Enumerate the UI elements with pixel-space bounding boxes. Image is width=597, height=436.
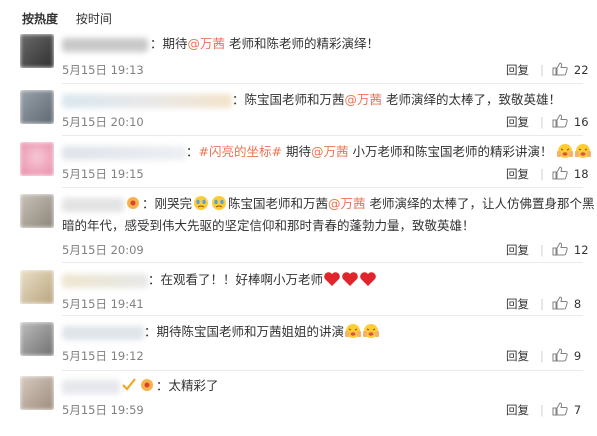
comment-text: ：陈宝国老师和万茜@万茜 老师演绎的太棒了，致敬英雄！ — [232, 92, 562, 107]
badge-icon — [141, 379, 153, 391]
divider — [62, 315, 583, 316]
comment-item: ：陈宝国老师和万茜@万茜 老师演绎的太棒了，致敬英雄！ 5月15日 20:10 … — [0, 88, 597, 136]
username-blurred[interactable] — [62, 38, 148, 52]
like-button[interactable]: | 9 — [540, 348, 581, 363]
like-count: 18 — [573, 167, 589, 181]
avatar[interactable] — [20, 322, 54, 356]
separator: | — [540, 297, 544, 311]
comment-item: ：在观看了！！好棒啊小万老师 5月15日 19:41 回复 | 8 — [0, 266, 597, 314]
thumbs-up-icon — [552, 242, 568, 256]
clapping-emoji-icon — [557, 144, 574, 158]
clapping-emoji-icon — [575, 144, 592, 158]
avatar[interactable] — [20, 90, 54, 124]
like-count: 22 — [573, 63, 589, 77]
reply-button[interactable]: 回复 — [506, 348, 529, 364]
comment-time: 5月15日 19:12 — [62, 349, 144, 363]
username-blurred[interactable] — [62, 146, 186, 160]
reply-button[interactable]: 回复 — [506, 402, 529, 418]
heart-icon — [360, 272, 376, 286]
comment-time: 5月15日 20:10 — [62, 115, 144, 129]
thumbs-up-icon — [552, 166, 568, 180]
like-count: 16 — [573, 115, 589, 129]
comment-text-line2: 暗的年代，感受到伟大先驱的坚定信仰和那时青春的蓬勃力量，致敬英雄！ — [62, 218, 475, 233]
reply-button[interactable]: 回复 — [506, 166, 529, 182]
comment-time: 5月15日 19:41 — [62, 297, 144, 311]
separator: | — [540, 63, 544, 77]
separator: | — [540, 403, 544, 417]
divider — [62, 135, 583, 136]
username-blurred[interactable] — [62, 198, 124, 212]
comment-time: 5月15日 19:15 — [62, 167, 144, 181]
heart-icon — [342, 272, 358, 286]
heart-icon — [324, 272, 340, 286]
comment-item: ：#闪亮的坐标# 期待@万茜 小万老师和陈宝国老师的精彩讲演！ 5月15日 19… — [0, 140, 597, 188]
topic-link[interactable]: #闪亮的坐标# — [199, 144, 282, 159]
reply-button[interactable]: 回复 — [506, 296, 529, 312]
thumbs-up-icon — [552, 62, 568, 76]
mention-link[interactable]: @万茜 — [311, 144, 349, 159]
like-button[interactable]: | 7 — [540, 402, 581, 417]
separator: | — [540, 167, 544, 181]
sort-bar: 按热度 按时间 — [22, 10, 126, 28]
separator: | — [540, 115, 544, 129]
comment-text: ：#闪亮的坐标# 期待@万茜 小万老师和陈宝国老师的精彩讲演！ — [186, 142, 592, 162]
like-count: 12 — [573, 243, 589, 257]
comment-item: ：刚哭完 陈宝国老师和万茜@万茜 老师演绎的太棒了，让人仿佛置身那个黑 暗的年代，… — [0, 192, 597, 262]
verified-check-icon — [122, 378, 136, 391]
mention-link[interactable]: @万茜 — [328, 196, 366, 211]
comment-time: 5月15日 19:13 — [62, 63, 144, 77]
avatar[interactable] — [20, 270, 54, 304]
username-blurred[interactable] — [62, 326, 144, 340]
reply-button[interactable]: 回复 — [506, 62, 529, 78]
comment-text: ：刚哭完 陈宝国老师和万茜@万茜 老师演绎的太棒了，让人仿佛置身那个黑 — [124, 194, 595, 214]
avatar[interactable] — [20, 34, 54, 68]
mention-link[interactable]: @万茜 — [345, 92, 383, 107]
username-blurred[interactable] — [62, 380, 120, 394]
thumbs-up-icon — [552, 296, 568, 310]
crying-emoji-icon — [212, 196, 227, 210]
avatar[interactable] — [20, 194, 54, 228]
avatar[interactable] — [20, 376, 54, 410]
like-button[interactable]: | 8 — [540, 296, 581, 311]
avatar[interactable] — [20, 142, 54, 176]
crying-emoji-icon — [194, 196, 209, 210]
like-count: 8 — [573, 297, 582, 311]
like-button[interactable]: | 18 — [540, 166, 589, 181]
comment-text: ：太精彩了 — [120, 376, 219, 396]
separator: | — [540, 243, 544, 257]
badge-icon — [127, 197, 139, 209]
divider — [62, 370, 583, 371]
username-blurred[interactable] — [62, 94, 232, 108]
comment-text: ：在观看了！！好棒啊小万老师 — [148, 270, 377, 290]
sort-by-hot[interactable]: 按热度 — [22, 12, 58, 26]
comment-item: ：期待陈宝国老师和万茜姐姐的讲演 5月15日 19:12 回复 | 9 — [0, 320, 597, 368]
username-blurred[interactable] — [62, 274, 148, 288]
comment-text: ：期待陈宝国老师和万茜姐姐的讲演 — [144, 322, 380, 342]
clapping-emoji-icon — [345, 324, 362, 338]
thumbs-up-icon — [552, 348, 568, 362]
like-button[interactable]: | 12 — [540, 242, 589, 257]
thumbs-up-icon — [552, 402, 568, 416]
like-button[interactable]: | 16 — [540, 114, 589, 129]
like-button[interactable]: | 22 — [540, 62, 589, 77]
comment-time: 5月15日 19:59 — [62, 403, 144, 417]
comment-item: ：太精彩了 5月15日 19:59 回复 | 7 — [0, 374, 597, 422]
comment-text: ：期待@万茜 老师和陈老师的精彩演绎！ — [150, 36, 380, 51]
reply-button[interactable]: 回复 — [506, 114, 529, 130]
like-count: 9 — [573, 349, 582, 363]
separator: | — [540, 349, 544, 363]
divider — [62, 83, 583, 84]
divider — [62, 262, 583, 263]
comment-time: 5月15日 20:09 — [62, 243, 144, 257]
divider — [62, 187, 583, 188]
reply-button[interactable]: 回复 — [506, 242, 529, 258]
clapping-emoji-icon — [363, 324, 380, 338]
mention-link[interactable]: @万茜 — [188, 36, 226, 51]
sort-by-time[interactable]: 按时间 — [76, 12, 112, 26]
like-count: 7 — [573, 403, 582, 417]
thumbs-up-icon — [552, 114, 568, 128]
comment-item: ：期待@万茜 老师和陈老师的精彩演绎！ 5月15日 19:13 回复 | 22 — [0, 32, 597, 80]
